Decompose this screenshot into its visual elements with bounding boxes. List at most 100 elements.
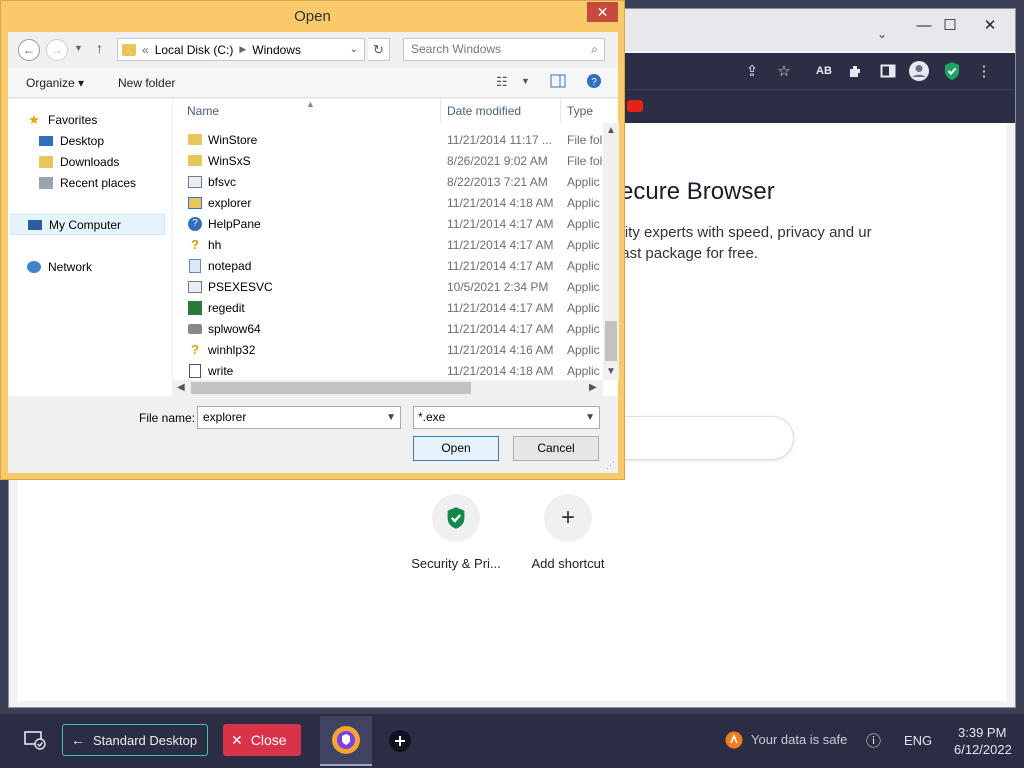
search-input[interactable]: Search Windows ⌕	[403, 38, 605, 61]
file-date: 11/21/2014 4:18 AM	[447, 196, 554, 210]
chevron-right-icon[interactable]: ▶	[239, 44, 246, 55]
file-row[interactable]: bfsvc 8/22/2013 7:21 AM Applic	[173, 171, 603, 192]
file-name-cell: ? winhlp32	[187, 339, 255, 360]
scroll-thumb[interactable]	[191, 382, 471, 394]
shortcut-add[interactable]: + Add shortcut	[513, 494, 623, 571]
refresh-icon[interactable]: ↻	[368, 38, 390, 61]
recent-locations-chevron-icon[interactable]: ▼	[74, 43, 83, 53]
desktop-switch-icon[interactable]	[24, 730, 46, 753]
tab-search-chevron-icon[interactable]: ⌄	[877, 27, 887, 41]
file-type: Applic	[567, 343, 600, 357]
nav-desktop[interactable]: Desktop	[38, 130, 166, 151]
file-name-cell: WinSxS	[187, 150, 251, 171]
file-type: Applic	[567, 175, 600, 189]
help-doc-icon: ?	[191, 237, 199, 252]
file-date: 8/26/2021 9:02 AM	[447, 154, 548, 168]
avast-status-icon[interactable]	[725, 731, 743, 752]
address-bar[interactable]: « Local Disk (C:) ▶ Windows ⌄	[117, 38, 365, 61]
cancel-button[interactable]: Cancel	[513, 436, 599, 461]
vertical-scrollbar[interactable]: ▲ ▼	[603, 123, 619, 380]
resize-grip-icon[interactable]: ⋰	[606, 460, 615, 471]
file-row[interactable]: ? winhlp32 11/21/2014 4:16 AM Applic	[173, 339, 603, 360]
help-icon[interactable]: ?	[586, 73, 602, 92]
open-button[interactable]: Open	[413, 436, 499, 461]
view-options-icon[interactable]: ☷	[496, 74, 508, 90]
column-header-name[interactable]: Name	[181, 99, 441, 123]
file-row[interactable]: regedit 11/21/2014 4:17 AM Applic	[173, 297, 603, 318]
standard-desktop-button[interactable]: ← Standard Desktop	[62, 724, 208, 756]
share-icon[interactable]: ⇪	[741, 60, 763, 82]
nav-recent-places[interactable]: Recent places	[38, 172, 166, 193]
file-name-cell: WinStore	[187, 129, 257, 150]
avast-shield-icon[interactable]	[941, 60, 963, 82]
file-date: 11/21/2014 4:17 AM	[447, 322, 554, 336]
file-name-input[interactable]: explorer ▼	[197, 406, 401, 429]
file-type: Applic	[567, 322, 600, 336]
language-indicator[interactable]: ENG	[904, 733, 932, 748]
extensions-icon[interactable]	[845, 60, 867, 82]
maximize-button[interactable]: ☐	[933, 14, 967, 36]
close-session-button[interactable]: ✕ Close	[223, 724, 301, 756]
address-dropdown-icon[interactable]: ⌄	[350, 44, 358, 55]
file-row[interactable]: ? hh 11/21/2014 4:17 AM Applic	[173, 234, 603, 255]
file-row[interactable]: explorer 11/21/2014 4:18 AM Applic	[173, 192, 603, 213]
file-row[interactable]: PSEXESVC 10/5/2021 2:34 PM Applic	[173, 276, 603, 297]
organize-button[interactable]: Organize ▾	[26, 76, 84, 90]
folder-icon	[187, 132, 203, 148]
file-date: 11/21/2014 11:17 ...	[447, 133, 552, 147]
scroll-down-icon[interactable]: ▼	[606, 366, 616, 377]
taskbar-avast-browser[interactable]	[320, 716, 372, 766]
chevron-down-icon[interactable]: ▼	[386, 407, 396, 428]
file-name-value: explorer	[203, 410, 247, 424]
app-icon	[187, 279, 203, 295]
file-row[interactable]: notepad 11/21/2014 4:17 AM Applic	[173, 255, 603, 276]
column-header-type[interactable]: Type	[561, 99, 603, 123]
file-type-select[interactable]: *.exe ▼	[413, 406, 600, 429]
dialog-close-button[interactable]: ✕	[587, 2, 618, 22]
nav-favorites[interactable]: ★ Favorites	[26, 109, 166, 130]
scroll-right-icon[interactable]: ▶	[589, 382, 597, 393]
up-arrow-icon[interactable]: ↑	[96, 40, 103, 56]
help-circle-icon[interactable]: ⓘ	[866, 730, 881, 751]
file-row[interactable]: WinSxS 8/26/2021 9:02 AM File fol	[173, 150, 603, 171]
nav-my-computer[interactable]: My Computer	[10, 214, 165, 235]
scroll-left-icon[interactable]: ◀	[177, 382, 185, 393]
address-segment-local-disk[interactable]: Local Disk (C:)	[155, 43, 234, 57]
scroll-thumb[interactable]	[605, 321, 617, 361]
forward-button[interactable]: →	[46, 39, 68, 61]
nav-label: Downloads	[60, 154, 120, 169]
window-close-button[interactable]: ✕	[973, 14, 1007, 36]
avast-browser-icon	[332, 726, 360, 754]
column-header-date[interactable]: Date modified	[441, 99, 561, 123]
nav-downloads[interactable]: Downloads	[38, 151, 166, 172]
address-segment-windows[interactable]: Windows	[252, 43, 301, 57]
file-row[interactable]: write 11/21/2014 4:18 AM Applic	[173, 360, 603, 381]
file-name-cell: ? HelpPane	[187, 213, 261, 234]
file-row[interactable]: splwow64 11/21/2014 4:17 AM Applic	[173, 318, 603, 339]
back-button[interactable]: ←	[18, 39, 40, 61]
new-folder-button[interactable]: New folder	[118, 76, 175, 90]
file-type-value: *.exe	[418, 410, 446, 424]
youtube-icon[interactable]	[627, 100, 643, 112]
file-row[interactable]: ? HelpPane 11/21/2014 4:17 AM Applic	[173, 213, 603, 234]
profile-avatar-icon[interactable]	[908, 60, 930, 82]
file-name-label: File name:	[139, 411, 196, 425]
scroll-up-icon[interactable]: ▲	[606, 125, 616, 136]
nav-network[interactable]: Network	[26, 256, 166, 277]
file-name-cell: PSEXESVC	[187, 276, 273, 297]
clock-date: 6/12/2022	[954, 742, 1012, 757]
chevron-down-icon[interactable]: ▼	[585, 407, 595, 428]
bookmark-star-icon[interactable]: ☆	[773, 60, 795, 82]
ad-block-icon[interactable]: AB	[813, 60, 835, 82]
sidebar-icon[interactable]	[877, 60, 899, 82]
horizontal-scrollbar[interactable]: ◀ ▶	[173, 380, 603, 396]
file-type: Applic	[567, 259, 600, 273]
preview-pane-icon[interactable]	[550, 73, 566, 92]
add-app-icon[interactable]	[389, 730, 411, 755]
file-row[interactable]: WinStore 11/21/2014 11:17 ... File fol	[173, 129, 603, 150]
file-type: File fol	[567, 154, 603, 168]
shortcut-security-privacy[interactable]: Security & Pri...	[401, 494, 511, 571]
menu-icon[interactable]: ⋮	[973, 60, 995, 82]
address-overflow[interactable]: «	[142, 43, 149, 57]
view-dropdown-icon[interactable]: ▼	[521, 76, 530, 86]
